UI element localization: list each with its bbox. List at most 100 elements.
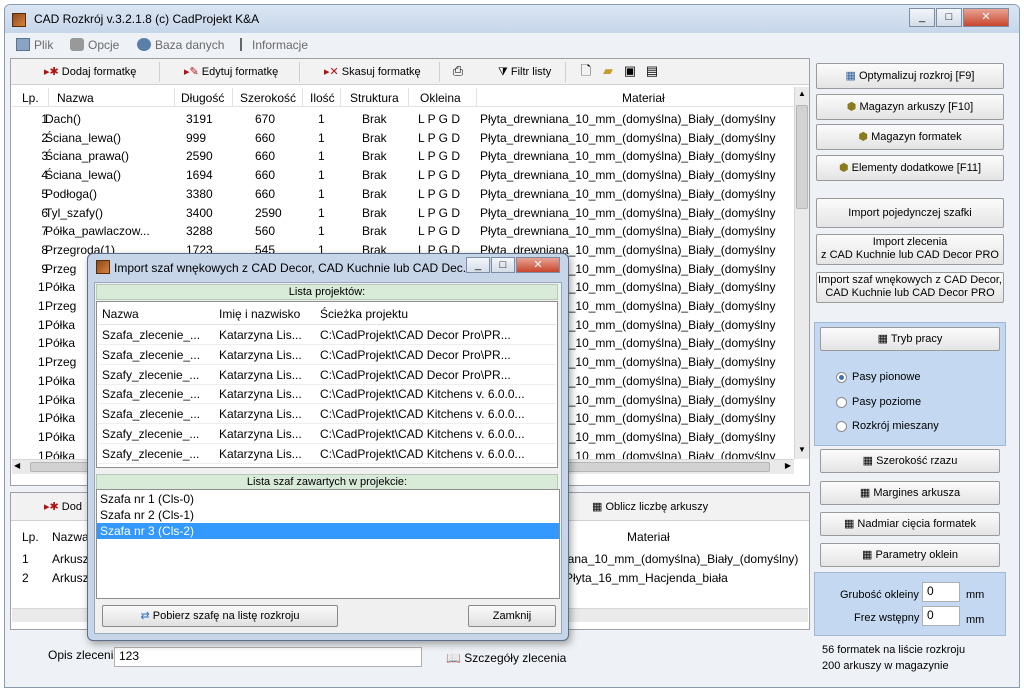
new-file-icon[interactable]: 🗋 — [578, 63, 594, 79]
close-dialog-button[interactable]: Zamknij — [468, 605, 556, 627]
list-item[interactable]: Szafy_zlecenie_... Katarzyna Lis... C:\Cad… — [98, 445, 556, 464]
list-cell: Szafy_zlecenie_... — [102, 367, 200, 382]
optimize-button[interactable]: ▦ Optymalizuj rozkroj [F9] — [816, 63, 1004, 89]
delete-part-button[interactable]: ▸✕ Skasuj formatkę — [320, 62, 440, 82]
scroll-up-icon[interactable]: ▲ — [797, 89, 807, 99]
menu-plik[interactable]: Plik — [16, 38, 53, 52]
list-item[interactable]: Szafa_zlecenie_... Katarzyna Lis... C:\Cad… — [98, 385, 556, 405]
dialog-maximize-button[interactable]: □ — [491, 257, 515, 273]
scroll-thumb[interactable] — [796, 105, 808, 209]
col-lp[interactable]: Lp. — [22, 91, 39, 105]
menu-informacje[interactable]: Informacje — [240, 38, 308, 52]
wardrobe-item[interactable]: Szafa nr 2 (Cls-1) — [97, 507, 559, 523]
projects-header: Lista projektów: — [96, 284, 558, 300]
list-item[interactable]: Szafy_zlecenie_... Katarzyna Lis... C:\Cad… — [98, 425, 556, 444]
table-cell: 660 — [255, 130, 276, 145]
table-row[interactable]: 6 Tyl_szafy() 3400 2590 1 Brak L P G D Płyta_dr… — [12, 204, 794, 223]
maximize-button[interactable]: □ — [936, 8, 962, 27]
save-as-icon[interactable]: ▤ — [644, 63, 660, 79]
table-cell: L P G D — [418, 149, 461, 164]
delete-icon: ▸✕ — [324, 66, 342, 78]
sheet-margin-button[interactable]: ▦ Margines arkusza — [820, 481, 1000, 505]
dialog-close-button[interactable]: ✕ — [516, 257, 560, 273]
projects-col-path[interactable]: Ścieżka projektu — [320, 307, 408, 321]
scroll-down-icon[interactable]: ▼ — [797, 445, 807, 455]
list-item[interactable]: Szafa_zlecenie_... Katarzyna Lis... C:\Cad… — [98, 346, 556, 365]
sheet-warehouse-button[interactable]: ⬢ Magazyn arkuszy [F10] — [816, 94, 1004, 120]
parts-vertical-scrollbar[interactable]: ▲ ▼ — [794, 87, 809, 459]
radio-horizontal[interactable] — [836, 397, 847, 408]
list-item[interactable]: Szafy_zlecenie_... Katarzyna Lis... C:\Cad… — [98, 366, 556, 385]
minimize-button[interactable]: _ — [909, 8, 935, 27]
dialog-minimize-button[interactable]: _ — [466, 257, 490, 273]
table-cell: Ściana_prawa() — [45, 149, 130, 164]
projects-col-name[interactable]: Nazwa — [102, 307, 139, 321]
table-row[interactable]: 2 Ściana_lewa() 999 660 1 Brak L P G D Płyta_dr… — [12, 129, 794, 148]
table-row[interactable]: 4 Ściana_lewa() 1694 660 1 Brak L P G D Płyta_d… — [12, 166, 794, 185]
cut-excess-button[interactable]: ▦ Nadmiar cięcia formatek — [820, 512, 1000, 536]
list-item[interactable]: Szafa_zlecenie_... Katarzyna Lis... C:\Cad… — [98, 326, 556, 345]
list-cell: Katarzyna Lis... — [219, 328, 302, 342]
status-sheets: 200 arkuszy w magazynie — [822, 660, 949, 672]
table-cell: Brak — [362, 224, 387, 239]
list-cell: Szafa_zlecenie_... — [102, 328, 201, 342]
table-cell: 660 — [255, 149, 276, 164]
table-cell: Brak — [362, 149, 387, 164]
pre-mill-unit: mm — [966, 614, 985, 626]
table-cell: 1694 — [186, 168, 213, 183]
col-struktura[interactable]: Struktura — [350, 91, 399, 105]
grid-icon: ▦ — [862, 549, 876, 561]
order-description-input[interactable]: 123 — [114, 647, 422, 667]
save-icon[interactable]: ▣ — [622, 63, 638, 79]
scroll-right-icon[interactable]: ▶ — [785, 461, 791, 470]
col-nazwa[interactable]: Nazwa — [57, 91, 94, 105]
edge-params-button[interactable]: ▦ Parametry oklein — [820, 543, 1000, 567]
pre-mill-input[interactable]: 0 — [922, 606, 960, 626]
order-label: Opis zlecenia — [48, 648, 121, 662]
table-cell: 1 — [22, 552, 29, 566]
import-wardrobes-button[interactable]: Import szaf wnękowych z CAD Decor, CAD Ku… — [816, 272, 1004, 303]
radio-mixed[interactable] — [836, 421, 847, 432]
list-item[interactable]: Szafa_zlecenie_... Katarzyna Lis... C:\Cad… — [98, 405, 556, 425]
cut-width-button[interactable]: ▦ Szerokość rzazu — [820, 449, 1000, 473]
count-sheets-button[interactable]: ▦ Oblicz liczbę arkuszy — [588, 497, 728, 517]
import-single-cabinet-button[interactable]: Import pojedynczej szafki — [816, 198, 1004, 228]
wardrobe-item[interactable]: Szafa nr 3 (Cls-2) — [97, 523, 559, 539]
extra-elements-button[interactable]: ⬢ Elementy dodatkowe [F11] — [816, 155, 1004, 181]
table-row[interactable]: 3 Ściana_prawa() 2590 660 1 Brak L P G D Płyta_… — [12, 147, 794, 166]
edit-part-button[interactable]: ▸✎ Edytuj formatkę — [180, 62, 300, 82]
table-cell: 670 — [255, 112, 276, 126]
edge-thickness-input[interactable]: 0 — [922, 582, 960, 602]
mode-button[interactable]: ▦ Tryb pracy — [820, 327, 1000, 351]
table-cell: 660 — [255, 186, 276, 201]
menu-baza-danych[interactable]: Baza danych — [137, 38, 224, 52]
sheets-col-nazwa[interactable]: Nazwa — [52, 530, 89, 544]
col-szerokosc[interactable]: Szerokość — [240, 91, 296, 105]
filter-list-button[interactable]: ⧩ Filtr listy — [494, 62, 566, 82]
table-row[interactable]: 1 Dach() 3191 670 1 Brak L P G D Płyta_drewnian… — [12, 110, 794, 129]
projects-col-person[interactable]: Imię i nazwisko — [219, 307, 300, 321]
sheets-col-material[interactable]: Materiał — [627, 530, 670, 544]
col-okleina[interactable]: Okleina — [420, 91, 461, 105]
add-part-button[interactable]: ▸✱ Dodaj formatkę — [40, 62, 160, 82]
dialog-title[interactable]: Import szaf wnękowych z CAD Decor, CAD K… — [114, 261, 473, 275]
table-cell: 560 — [255, 224, 276, 239]
edge-thickness-unit: mm — [966, 589, 985, 601]
scroll-left-icon[interactable]: ◀ — [14, 461, 20, 470]
import-order-button[interactable]: Import zlecenia z CAD Kuchnie lub CAD Dec… — [816, 234, 1004, 265]
wardrobe-item[interactable]: Szafa nr 1 (Cls-0) — [97, 491, 559, 507]
fetch-wardrobe-button[interactable]: ⇄ Pobierz szafę na listę rozkroju — [102, 605, 338, 627]
table-row[interactable]: 7 Półka_pawlaczow... 3288 560 1 Brak L P G D Pł… — [12, 222, 794, 241]
col-ilosc[interactable]: Ilość — [310, 91, 335, 105]
open-folder-icon[interactable]: ▰ — [600, 63, 616, 79]
table-row[interactable]: 5 Podłoga() 3380 660 1 Brak L P G D Płyta_drewn… — [12, 185, 794, 204]
col-material[interactable]: Materiał — [622, 91, 665, 105]
col-dlugosc[interactable]: Długość — [181, 91, 224, 105]
close-button[interactable]: ✕ — [963, 8, 1009, 27]
order-details-button[interactable]: 📖 Szczegóły zlecenia — [446, 651, 566, 665]
sheets-col-lp[interactable]: Lp. — [22, 530, 39, 544]
menu-opcje[interactable]: Opcje — [70, 38, 119, 52]
print-icon[interactable]: ⎙ — [450, 63, 466, 79]
radio-vertical[interactable] — [836, 372, 847, 383]
format-warehouse-button[interactable]: ⬢ Magazyn formatek — [816, 124, 1004, 150]
